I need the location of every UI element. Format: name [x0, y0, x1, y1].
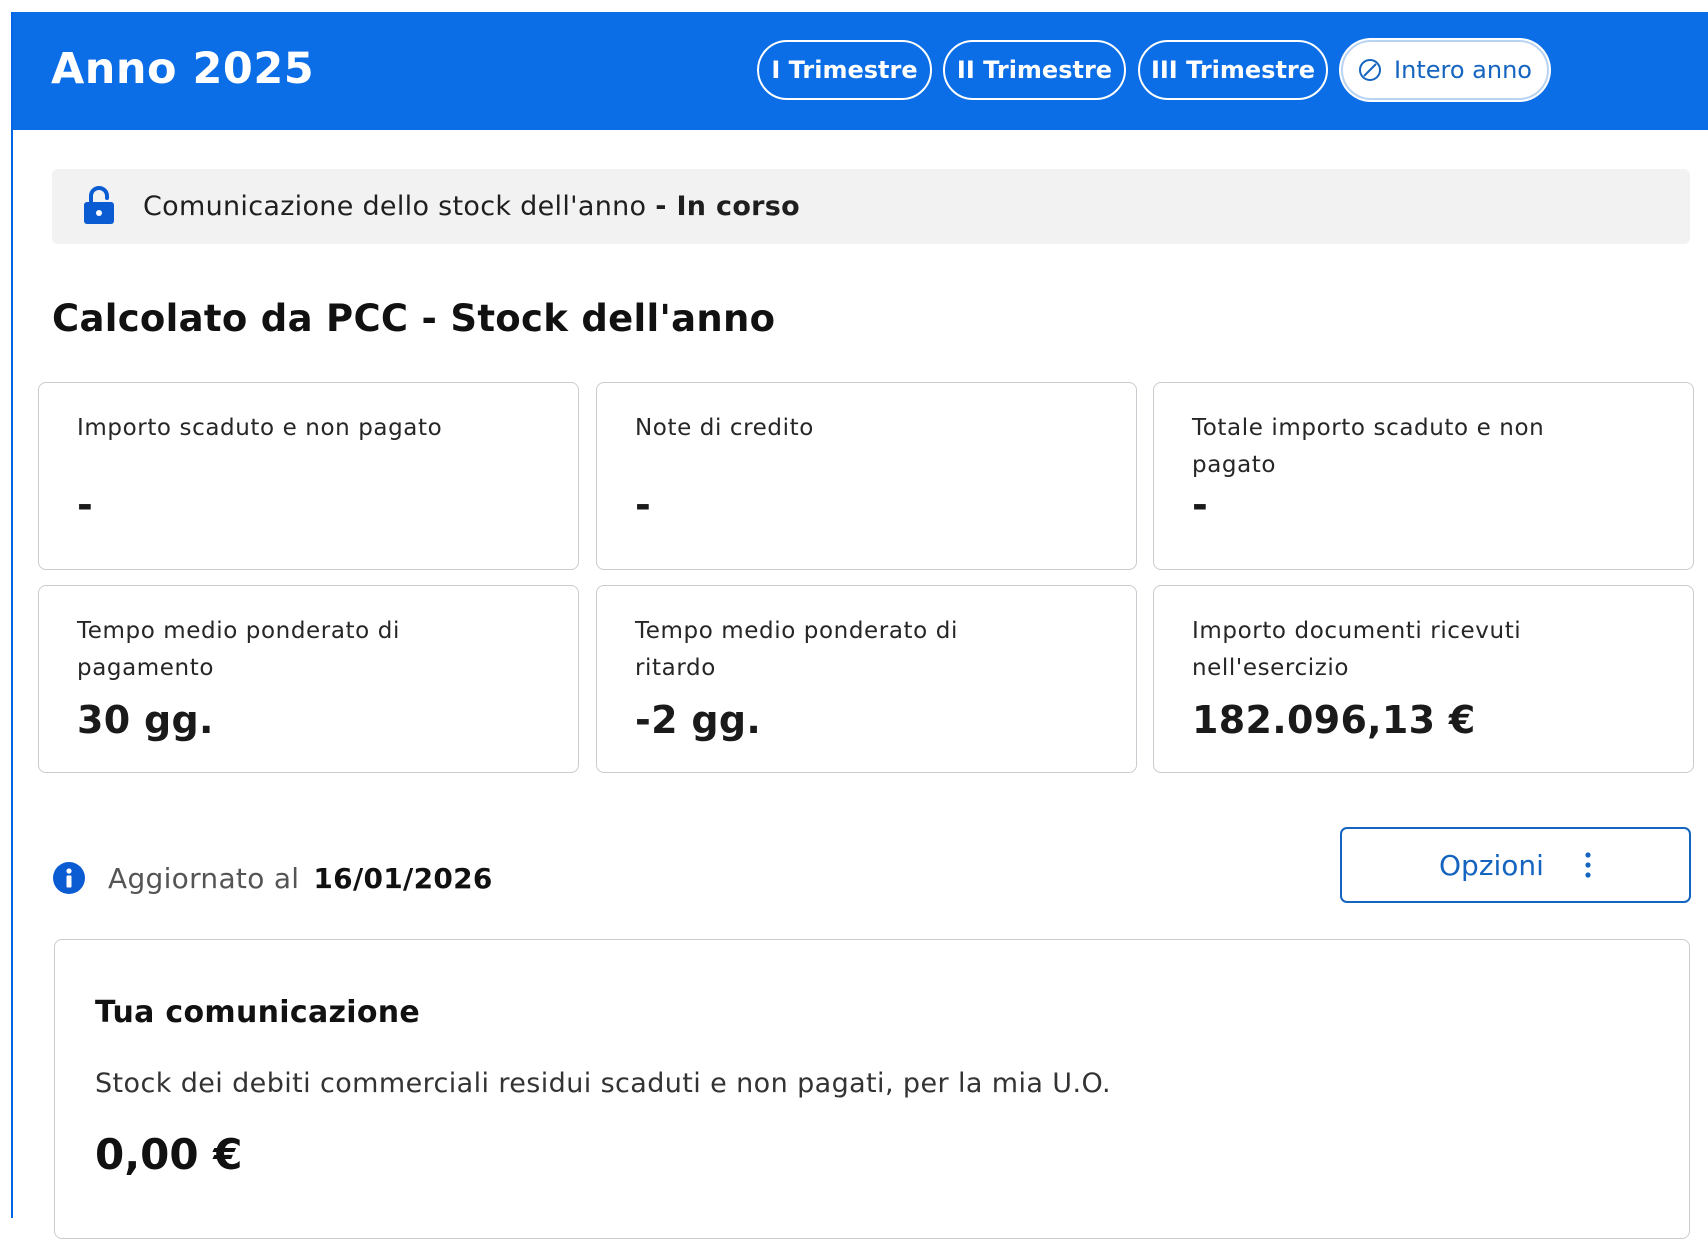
- card-label: Tempo medio ponderato di pagamento: [77, 618, 400, 681]
- card-totale-importo: Totale importo scaduto e non pagato -: [1153, 382, 1694, 570]
- card-label: Note di credito: [635, 415, 814, 441]
- tab-label: I Trimestre: [771, 56, 918, 84]
- tab-intero-anno[interactable]: Intero anno: [1341, 40, 1549, 100]
- updated-info: Aggiornato al 16/01/2026: [52, 860, 493, 896]
- card-label: Importo documenti ricevuti nell'esercizi…: [1192, 618, 1522, 681]
- status-label: Comunicazione dello stock dell'anno: [143, 191, 647, 222]
- lock-icon: [82, 186, 116, 230]
- options-button[interactable]: Opzioni: [1340, 827, 1691, 903]
- status-state: - In corso: [655, 191, 800, 222]
- card-value: 30 gg.: [77, 698, 214, 742]
- status-text: Comunicazione dello stock dell'anno - In…: [143, 191, 800, 222]
- options-label: Opzioni: [1439, 848, 1544, 882]
- year-title: Anno 2025: [51, 44, 315, 94]
- card-value: -: [635, 483, 652, 527]
- card-value: 182.096,13 €: [1192, 698, 1476, 742]
- section-title: Calcolato da PCC - Stock dell'anno: [52, 297, 776, 340]
- tab-label: Intero anno: [1394, 56, 1532, 84]
- communication-card: Tua comunicazione Stock dei debiti comme…: [54, 939, 1690, 1239]
- card-value: -: [77, 483, 94, 527]
- kebab-menu-icon: [1584, 851, 1592, 879]
- tab-i-trimestre[interactable]: I Trimestre: [757, 40, 932, 100]
- card-label: Tempo medio ponderato di ritardo: [635, 618, 958, 681]
- card-label: Totale importo scaduto e non pagato: [1192, 415, 1545, 478]
- card-tempo-pagamento: Tempo medio ponderato di pagamento 30 gg…: [38, 585, 579, 773]
- status-banner: Comunicazione dello stock dell'anno - In…: [52, 169, 1690, 244]
- card-value: -2 gg.: [635, 698, 762, 742]
- card-label: Importo scaduto e non pagato: [77, 415, 443, 441]
- tab-iii-trimestre[interactable]: III Trimestre: [1138, 40, 1328, 100]
- disabled-circle-icon: [1358, 58, 1382, 82]
- tab-ii-trimestre[interactable]: II Trimestre: [943, 40, 1126, 100]
- updated-date: 16/01/2026: [313, 861, 493, 895]
- tab-label: III Trimestre: [1150, 56, 1316, 84]
- tab-label: II Trimestre: [956, 56, 1113, 84]
- panel-header: Anno 2025 I Trimestre II Trimestre III T…: [13, 12, 1708, 130]
- communication-title: Tua comunicazione: [95, 995, 421, 1030]
- card-tempo-ritardo: Tempo medio ponderato di ritardo -2 gg.: [596, 585, 1137, 773]
- updated-label: Aggiornato al: [108, 861, 300, 895]
- year-panel: Anno 2025 I Trimestre II Trimestre III T…: [11, 12, 1708, 1239]
- card-value: -: [1192, 483, 1209, 527]
- info-icon: [52, 861, 86, 895]
- card-importo-documenti: Importo documenti ricevuti nell'esercizi…: [1153, 585, 1694, 773]
- card-importo-scaduto: Importo scaduto e non pagato -: [38, 382, 579, 570]
- card-note-credito: Note di credito -: [596, 382, 1137, 570]
- communication-amount: 0,00 €: [95, 1130, 243, 1179]
- communication-description: Stock dei debiti commerciali residui sca…: [95, 1068, 1111, 1099]
